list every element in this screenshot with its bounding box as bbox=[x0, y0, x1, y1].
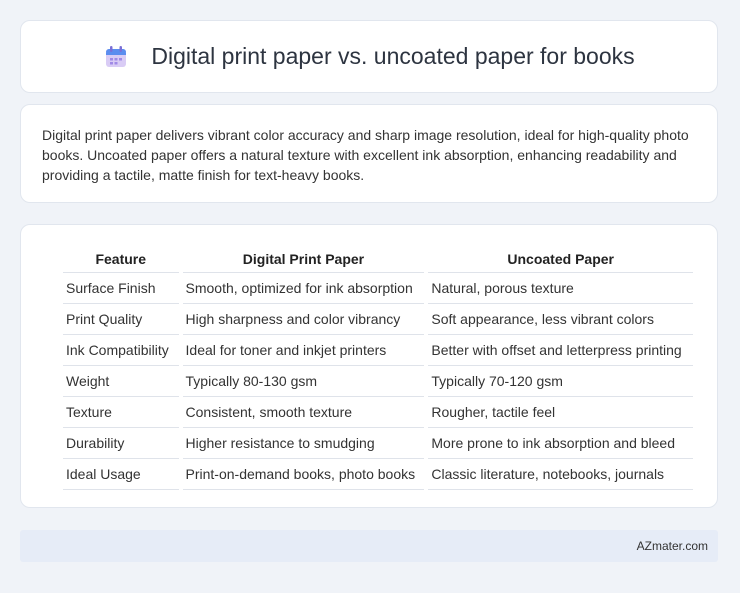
digital-cell: Typically 80-130 gsm bbox=[182, 366, 425, 397]
description-card: Digital print paper delivers vibrant col… bbox=[20, 104, 718, 203]
comparison-table: Feature Digital Print Paper Uncoated Pap… bbox=[59, 245, 697, 490]
feature-cell: Surface Finish bbox=[63, 273, 179, 304]
title-wrap: Digital print paper vs. uncoated paper f… bbox=[103, 43, 635, 70]
uncoated-cell: Typically 70-120 gsm bbox=[428, 366, 693, 397]
header-uncoated-paper: Uncoated Paper bbox=[428, 245, 693, 273]
feature-cell: Weight bbox=[63, 366, 179, 397]
feature-cell: Ideal Usage bbox=[63, 459, 179, 490]
uncoated-cell: More prone to ink absorption and bleed bbox=[428, 428, 693, 459]
digital-cell: Smooth, optimized for ink absorption bbox=[182, 273, 425, 304]
description-text: Digital print paper delivers vibrant col… bbox=[42, 127, 689, 183]
footer-bar: AZmater.com bbox=[20, 530, 718, 562]
table-row: Ideal Usage Print-on-demand books, photo… bbox=[63, 459, 693, 490]
footer-site-link[interactable]: AZmater.com bbox=[637, 539, 708, 553]
title-card: Digital print paper vs. uncoated paper f… bbox=[20, 20, 718, 93]
table-row: Print Quality High sharpness and color v… bbox=[63, 304, 693, 335]
feature-cell: Print Quality bbox=[63, 304, 179, 335]
header-digital-print-paper: Digital Print Paper bbox=[182, 245, 425, 273]
digital-cell: Print-on-demand books, photo books bbox=[182, 459, 425, 490]
page-title: Digital print paper vs. uncoated paper f… bbox=[151, 43, 635, 69]
table-row: Weight Typically 80-130 gsm Typically 70… bbox=[63, 366, 693, 397]
feature-cell: Texture bbox=[63, 397, 179, 428]
digital-cell: Consistent, smooth texture bbox=[182, 397, 425, 428]
table-row: Ink Compatibility Ideal for toner and in… bbox=[63, 335, 693, 366]
uncoated-cell: Soft appearance, less vibrant colors bbox=[428, 304, 693, 335]
table-row: Texture Consistent, smooth texture Rough… bbox=[63, 397, 693, 428]
table-row: Surface Finish Smooth, optimized for ink… bbox=[63, 273, 693, 304]
feature-cell: Durability bbox=[63, 428, 179, 459]
calendar-icon bbox=[103, 44, 129, 70]
table-row: Durability Higher resistance to smudging… bbox=[63, 428, 693, 459]
digital-cell: High sharpness and color vibrancy bbox=[182, 304, 425, 335]
header-feature: Feature bbox=[63, 245, 179, 273]
uncoated-cell: Natural, porous texture bbox=[428, 273, 693, 304]
uncoated-cell: Classic literature, notebooks, journals bbox=[428, 459, 693, 490]
uncoated-cell: Better with offset and letterpress print… bbox=[428, 335, 693, 366]
comparison-card: Feature Digital Print Paper Uncoated Pap… bbox=[20, 224, 718, 508]
feature-cell: Ink Compatibility bbox=[63, 335, 179, 366]
table-header-row: Feature Digital Print Paper Uncoated Pap… bbox=[63, 245, 693, 273]
uncoated-cell: Rougher, tactile feel bbox=[428, 397, 693, 428]
digital-cell: Higher resistance to smudging bbox=[182, 428, 425, 459]
digital-cell: Ideal for toner and inkjet printers bbox=[182, 335, 425, 366]
